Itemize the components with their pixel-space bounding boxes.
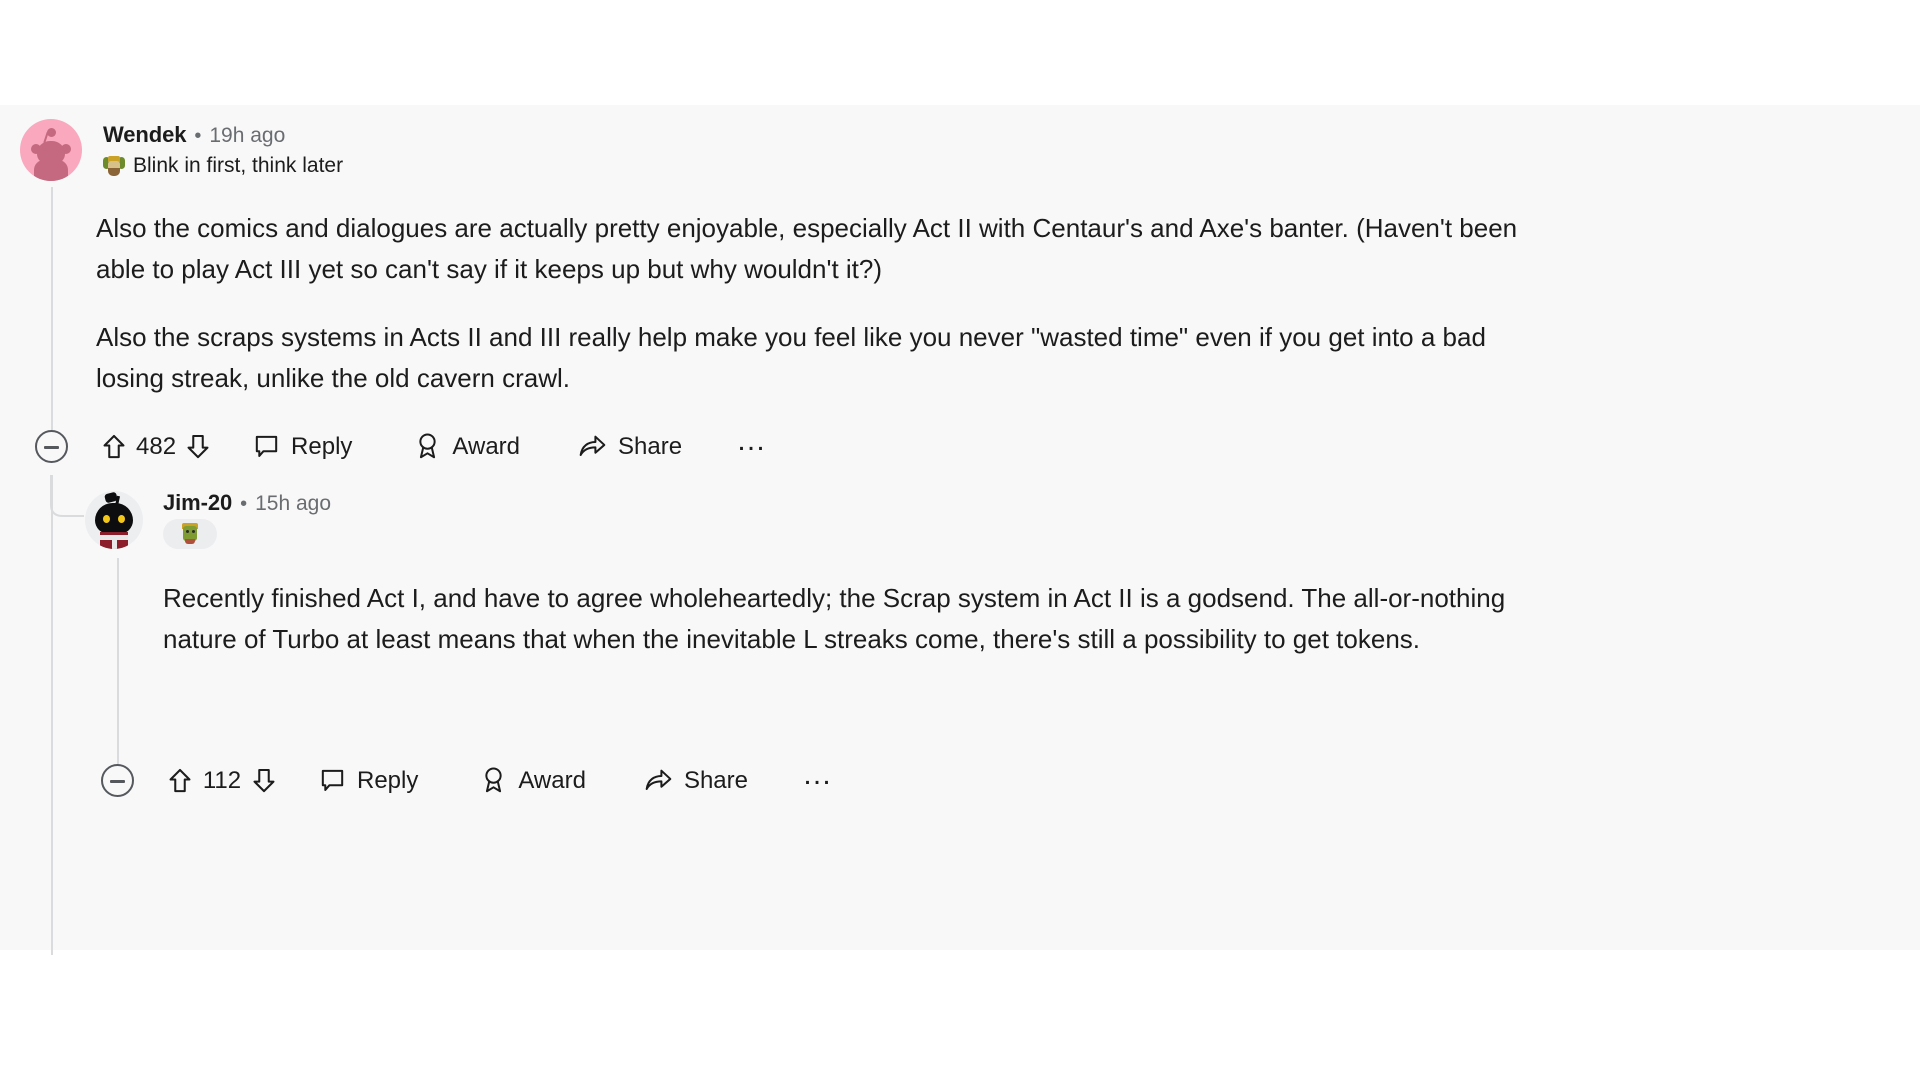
share-arrow-icon (644, 767, 673, 794)
comment-user-flair-top-level: Blink in first, think later (103, 154, 343, 178)
comment-paragraph: Also the scraps systems in Acts II and I… (96, 322, 1494, 393)
comment-timestamp[interactable]: 15h ago (255, 492, 331, 516)
snoo-body-icon (34, 160, 68, 181)
thread-line-top-level (51, 187, 53, 430)
snoo-head-icon (95, 502, 133, 534)
byline-separator: • (194, 125, 202, 147)
award-button[interactable]: Award (480, 766, 586, 795)
comment-timestamp[interactable]: 19h ago (209, 124, 285, 148)
reply-button[interactable]: Reply (253, 433, 352, 461)
snoo-eye-right-icon (118, 514, 125, 523)
upvote-icon[interactable] (167, 767, 193, 795)
reddit-comments-page: Wendek • 19h ago Blink in first, think l… (0, 0, 1920, 1080)
award-ribbon-icon (480, 766, 507, 795)
reply-label: Reply (357, 766, 419, 794)
comment-action-bar-top-level: 482 Reply Award Share … (35, 425, 769, 463)
more-options-button[interactable]: … (736, 425, 769, 460)
share-button[interactable]: Share (578, 433, 682, 461)
share-label: Share (683, 766, 748, 794)
byline-separator: • (240, 493, 248, 515)
flair-badge (163, 519, 217, 549)
comment-user-flair-nested (163, 519, 331, 549)
share-label: Share (618, 432, 683, 460)
downvote-icon[interactable] (251, 767, 277, 795)
award-label: Award (518, 766, 586, 794)
comment-author-username[interactable]: Jim-20 (163, 490, 232, 516)
comment-header-nested: Jim-20 • 15h ago (85, 490, 1285, 549)
comment-body-top-level: Also the comics and dialogues are actual… (96, 208, 1556, 399)
comment-paragraph: Recently finished Act I, and have to agr… (163, 583, 1513, 654)
comment-paragraph: Also the comics and dialogues are actual… (96, 213, 1525, 284)
share-arrow-icon (578, 433, 607, 460)
reply-label: Reply (291, 432, 353, 460)
avatar-jim-20[interactable] (85, 490, 143, 549)
reply-button[interactable]: Reply (319, 767, 418, 795)
comment-body-nested: Recently finished Act I, and have to agr… (163, 578, 1558, 660)
vote-group: 482 (101, 433, 211, 461)
comment-score: 482 (136, 432, 177, 460)
upvote-icon[interactable] (101, 433, 127, 461)
comment-header-top-level: Wendek • 19h ago Blink in first, think l… (20, 119, 1220, 181)
user-flair-text: Blink in first, think later (133, 154, 344, 177)
flair-badge-emoji-icon (179, 523, 201, 545)
comment-byline-top-level: Wendek • 19h ago (103, 122, 343, 148)
avatar-wendek[interactable] (20, 119, 82, 181)
share-button[interactable]: Share (644, 767, 748, 795)
comments-surface: Wendek • 19h ago Blink in first, think l… (0, 105, 1920, 955)
snoo-eye-left-icon (103, 514, 110, 523)
snoo-strap-icon (112, 539, 117, 549)
comment-action-bar-nested: 112 Reply Award Share … (101, 759, 835, 797)
vote-group: 112 (167, 767, 277, 795)
thread-connector (50, 475, 84, 517)
downvote-icon[interactable] (185, 433, 211, 461)
award-button[interactable]: Award (414, 432, 520, 461)
comment-score: 112 (202, 766, 242, 794)
collapse-thread-button[interactable] (35, 430, 68, 463)
more-options-button[interactable]: … (802, 759, 835, 794)
comment-byline-nested: Jim-20 • 15h ago (163, 490, 331, 516)
comment-author-username[interactable]: Wendek (103, 122, 186, 148)
collapse-thread-button[interactable] (101, 764, 134, 797)
award-label: Award (452, 432, 520, 460)
user-flair-emoji-icon (103, 155, 125, 177)
comment-bubble-icon (319, 767, 346, 794)
thread-line-top-level-continued (51, 475, 53, 955)
comment-bubble-icon (253, 433, 280, 460)
thread-line-nested (117, 558, 119, 764)
award-ribbon-icon (414, 432, 441, 461)
